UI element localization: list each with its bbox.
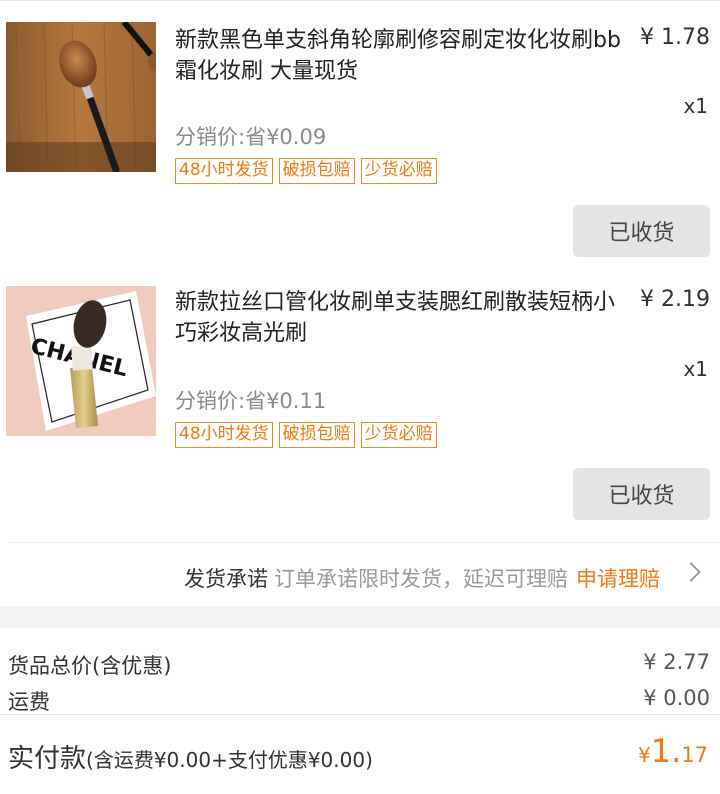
service-badges-1: 48小时发货 破损包赔 少货必赔: [175, 158, 437, 184]
goods-total-value: ¥ 2.77: [643, 650, 710, 674]
promise-description: 订单承诺限时发货，延迟可理赔: [274, 567, 568, 591]
promise-label: 发货承诺: [184, 567, 268, 591]
order-item-2: CHANEL 新款拉丝口管化妆刷单支装腮红刷散装短柄小巧彩妆高光刷 ¥ 2.19…: [0, 270, 720, 542]
commission-price-2: 分销价:省¥0.11: [175, 389, 327, 413]
badge-48h-shipping: 48小时发货: [175, 158, 273, 184]
product-image-1[interactable]: [6, 22, 156, 172]
badge-shortage-compensation: 少货必赔: [360, 422, 437, 448]
summary-divider: [0, 714, 720, 715]
paid-amount-value: ¥1.17: [638, 732, 708, 770]
badge-shortage-compensation: 少货必赔: [360, 158, 437, 184]
paid-amount-label-row: 实付款(含运费¥0.00+支付优惠¥0.00): [8, 738, 373, 775]
product-qty-1: x1: [683, 94, 708, 118]
shipping-fee-row: 运费 ¥ 0.00: [8, 686, 710, 716]
shipping-fee-value: ¥ 0.00: [643, 686, 710, 710]
paid-currency: ¥: [638, 743, 651, 767]
shipping-promise-text: 发货承诺 订单承诺限时发货，延迟可理赔 申请理赔: [184, 563, 660, 593]
product-price-2: ¥ 2.19: [640, 287, 710, 312]
section-separator: [0, 606, 720, 628]
order-summary: 货品总价(含优惠) ¥ 2.77 运费 ¥ 0.00 实付款(含运费¥0.00+…: [0, 628, 720, 794]
apply-compensation-link[interactable]: 申请理赔: [576, 567, 660, 591]
product-title-2[interactable]: 新款拉丝口管化妆刷单支装腮红刷散装短柄小巧彩妆高光刷: [175, 287, 630, 349]
paid-integer: 1.: [650, 732, 682, 770]
order-item-1: 新款黑色单支斜角轮廓刷修容刷定妆化妆刷bb霜化妆刷 大量现货 ¥ 1.78 x1…: [0, 0, 720, 270]
shipping-promise-row[interactable]: 发货承诺 订单承诺限时发货，延迟可理赔 申请理赔: [6, 542, 720, 606]
received-button-2[interactable]: 已收货: [573, 468, 710, 520]
product-image-2[interactable]: CHANEL: [6, 286, 156, 436]
goods-total-row: 货品总价(含优惠) ¥ 2.77: [8, 650, 710, 680]
badge-damage-compensation: 破损包赔: [278, 158, 355, 184]
product-qty-2: x1: [683, 357, 708, 381]
service-badges-2: 48小时发货 破损包赔 少货必赔: [175, 422, 437, 448]
goods-total-label: 货品总价(含优惠): [8, 654, 172, 678]
chevron-right-icon[interactable]: [681, 562, 701, 582]
commission-price-1: 分销价:省¥0.09: [175, 125, 327, 149]
received-button-1[interactable]: 已收货: [573, 205, 710, 257]
product-title-1[interactable]: 新款黑色单支斜角轮廓刷修容刷定妆化妆刷bb霜化妆刷 大量现货: [175, 25, 630, 87]
product-price-1: ¥ 1.78: [640, 25, 710, 50]
badge-48h-shipping: 48小时发货: [175, 422, 273, 448]
shipping-fee-label: 运费: [8, 690, 50, 714]
paid-amount-detail: (含运费¥0.00+支付优惠¥0.00): [86, 748, 373, 772]
paid-decimal: 17: [681, 743, 708, 767]
paid-amount-label: 实付款: [8, 744, 87, 774]
badge-damage-compensation: 破损包赔: [278, 422, 355, 448]
